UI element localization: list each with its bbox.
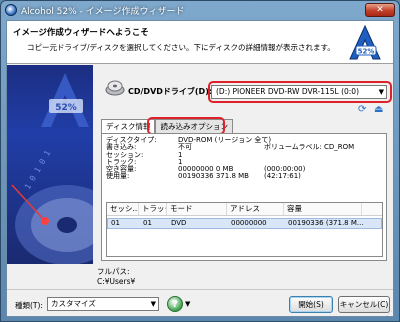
disc-info-list: ディスクタイプ: DVD-ROM (リージョン 全て) 書き込み: 不可 ボリュ… xyxy=(106,136,355,181)
eject-icon[interactable]: ⏏ xyxy=(374,105,385,116)
type-label: 種類(T): xyxy=(15,301,43,310)
chevron-down-icon[interactable]: ▼ xyxy=(151,298,156,310)
table-cell: 00000000 xyxy=(231,219,267,227)
close-button[interactable]: ✕ xyxy=(365,3,395,17)
full-path-info: フルパス: C:¥Users¥ xyxy=(97,267,135,287)
page-description: コピー元ドライブ/ディスクを選択してください。下にディスクの詳細情報が表示されま… xyxy=(27,43,335,52)
table-header: セッシ... トラック モード アドレス 容量 xyxy=(107,203,382,216)
cd-drive-icon xyxy=(105,80,125,96)
wizard-sidebar-banner: 52% 1 0 1 0 1 xyxy=(7,65,93,264)
table-cell: DVD xyxy=(171,219,187,227)
column-header[interactable]: アドレス xyxy=(227,203,284,215)
resize-grip-icon[interactable]: ⋰ xyxy=(386,310,392,317)
info-row: 書き込み: 不可 ボリュームラベル: CD_ROM xyxy=(106,143,355,152)
wizard-client-area: イメージ作成ウィザードへようこそ コピー元ドライブ/ディスクを選択してください。… xyxy=(6,20,394,317)
info-row: 使用量: 00190336 371.8 MB (42:17:61) xyxy=(106,172,301,181)
wizard-window: Alcohol 52% - イメージ作成ウィザード ✕ イメージ作成ウィザードへ… xyxy=(0,0,400,322)
sidebar-logo-text: 52% xyxy=(55,103,77,113)
alcohol-app-icon xyxy=(5,4,17,16)
help-icon[interactable]: ? xyxy=(167,296,183,312)
page-title: イメージ作成ウィザードへようこそ xyxy=(13,28,149,38)
cancel-button[interactable]: キャンセル(C) xyxy=(338,296,390,313)
type-select[interactable]: カスタマイズ ▼ xyxy=(47,297,159,311)
alcohol-logo-icon: 52% xyxy=(349,25,381,60)
chevron-down-icon[interactable]: ▼ xyxy=(185,300,190,308)
window-title: Alcohol 52% - イメージ作成ウィザード xyxy=(21,6,185,17)
info-row: セッション: 1 xyxy=(106,150,183,159)
column-header[interactable]: 容量 xyxy=(284,203,362,215)
table-row[interactable]: 01 01 DVD 00000000 00190336 (371.8 M... xyxy=(107,218,382,229)
column-header[interactable]: モード xyxy=(167,203,227,215)
refresh-icon[interactable]: ⟳ xyxy=(358,105,369,116)
start-button[interactable]: 開始(S) xyxy=(289,296,333,313)
wizard-header: イメージ作成ウィザードへようこそ コピー元ドライブ/ディスクを選択してください。… xyxy=(7,21,393,64)
type-select-value: カスタマイズ xyxy=(51,299,96,308)
sidebar-decor-digits: 1 0 1 0 1 xyxy=(23,149,53,191)
main-panel: CD/DVDドライブ(D): (D:) PIONEER DVD-RW DVR-1… xyxy=(97,65,392,265)
column-header[interactable]: トラック xyxy=(139,203,167,215)
column-header[interactable]: セッシ... xyxy=(107,203,139,215)
highlight-drive-select xyxy=(208,81,392,103)
sidebar-artwork: 52% 1 0 1 0 1 xyxy=(11,73,93,264)
disc-info-panel: ディスクタイプ: DVD-ROM (リージョン 全て) 書き込み: 不可 ボリュ… xyxy=(101,133,387,261)
full-path-label: フルパス: xyxy=(97,267,130,276)
bottom-bar: 種類(T): カスタマイズ ▼ ? ▼ 開始(S) キャンセル(C) ⋰ xyxy=(7,289,393,317)
table-cell: 01 xyxy=(111,219,120,227)
table-cell: 01 xyxy=(143,219,152,227)
full-path-value: C:¥Users¥ xyxy=(97,277,136,286)
track-table[interactable]: セッシ... トラック モード アドレス 容量 01 01 DVD 000000… xyxy=(106,202,383,257)
drive-label: CD/DVDドライブ(D): xyxy=(128,87,213,96)
table-cell: 00190336 (371.8 M... xyxy=(288,219,363,227)
logo-text: 52% xyxy=(358,48,375,56)
title-bar: Alcohol 52% - イメージ作成ウィザード ✕ xyxy=(1,1,399,19)
